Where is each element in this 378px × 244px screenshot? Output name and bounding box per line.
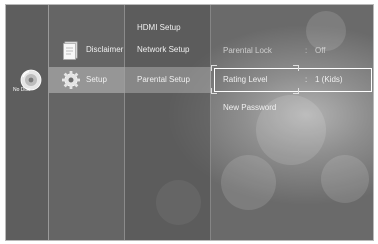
selection-corner: [211, 88, 217, 94]
setup-submenu: HDMI Setup Network Setup Parental Setup: [124, 5, 211, 240]
parental-settings: Parental Lock : Off Rating Level : 1 (Ki…: [210, 5, 373, 240]
gear-icon: [62, 71, 80, 89]
menu-item-label: Disclaimer: [86, 45, 124, 54]
document-icon: [63, 41, 78, 60]
setting-label: Rating Level: [223, 75, 268, 84]
menu-item-setup[interactable]: Setup: [49, 67, 125, 93]
submenu-item-parental-setup[interactable]: Parental Setup: [137, 75, 190, 85]
selection-corner: [293, 88, 299, 94]
main-menu: Disclaimer Setup: [48, 5, 125, 240]
setting-label: New Password: [223, 103, 277, 112]
setting-separator: :: [305, 75, 308, 84]
submenu-item-hdmi-setup[interactable]: HDMI Setup: [137, 23, 181, 33]
setting-separator: :: [305, 46, 308, 55]
disc-status-label: No Disc: [13, 87, 31, 93]
selection-corner: [293, 65, 299, 71]
menu-item-label: Setup: [86, 75, 107, 84]
setting-label: Parental Lock: [223, 46, 272, 55]
menu-panel: No Disc Disclaimer Setup HDMI Setup Netw…: [5, 4, 374, 241]
menu-item-disclaimer[interactable]: Disclaimer: [49, 37, 125, 63]
setting-value: 1 (Kids): [315, 75, 343, 84]
selection-corner: [211, 65, 217, 71]
submenu-item-network-setup[interactable]: Network Setup: [137, 45, 189, 55]
disc-status-column: No Disc: [6, 5, 48, 240]
setup-screen: No Disc Disclaimer Setup HDMI Setup Netw…: [0, 0, 378, 244]
setting-value: Off: [315, 46, 326, 55]
